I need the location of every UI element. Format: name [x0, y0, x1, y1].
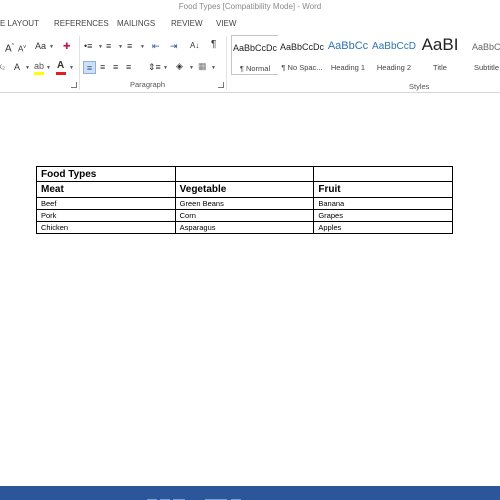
status-bar: [0, 486, 500, 500]
table-cell[interactable]: Corn: [174, 209, 315, 222]
highlight-dropdown-icon[interactable]: ▼: [46, 62, 51, 74]
change-case-button[interactable]: Aa: [35, 40, 46, 52]
grow-font-icon: A: [5, 43, 12, 55]
grow-font-button[interactable]: A^: [5, 40, 14, 55]
bullets-icon[interactable]: •≡: [84, 40, 92, 52]
table-header-cell[interactable]: Meat: [36, 181, 176, 198]
text-effects-icon: A: [14, 62, 21, 72]
word-window: { "window": { "title": "Food Types [Comp…: [0, 0, 500, 500]
sort-icon[interactable]: A↓: [190, 40, 199, 52]
borders-icon[interactable]: ▦: [198, 60, 207, 72]
clear-formatting-icon: ✚: [63, 41, 71, 51]
multilevel-dropdown-icon[interactable]: ▼: [140, 41, 145, 53]
table-header-row: Meat Vegetable Fruit: [36, 181, 453, 198]
shrink-font-button[interactable]: Av: [18, 41, 26, 56]
ribbon-tabs: E LAYOUT REFERENCES MAILINGS REVIEW VIEW: [0, 15, 500, 33]
style-heading-1[interactable]: AaBbCc Heading 1: [324, 35, 372, 75]
table-caption-cell[interactable]: Food Types: [36, 166, 176, 182]
table-row: Beef Green Beans Banana: [36, 197, 453, 210]
style-name: Heading 1: [330, 63, 366, 72]
tab-references[interactable]: REFERENCES: [54, 19, 109, 28]
table-cell-empty[interactable]: [313, 166, 453, 182]
multilevel-list-icon[interactable]: ≡: [127, 40, 132, 52]
shading-icon[interactable]: ◈: [176, 60, 183, 72]
style-heading-2[interactable]: AaBbCcD Heading 2: [370, 35, 418, 75]
window-title: Food Types [Compatibility Mode] - Word: [178, 2, 322, 11]
ribbon: | A^ Av Aa ▼ ✚ x₂ A ▼ ab ▼ A ▼ •≡ ▼ ≡ ▼ …: [0, 33, 500, 93]
text-effects-button[interactable]: A: [14, 61, 20, 73]
style-sample: AaBbCcC: [472, 42, 500, 52]
table-cell[interactable]: Pork: [36, 209, 176, 222]
decrease-indent-icon[interactable]: ⇤: [152, 40, 160, 52]
pilcrow-icon: ¶: [211, 39, 217, 50]
line-spacing-icon[interactable]: ⇕≡: [148, 61, 161, 73]
align-right-icon[interactable]: ≡: [113, 61, 118, 73]
show-marks-button[interactable]: ¶: [211, 39, 216, 51]
style-name: ¶ No Spac...: [281, 63, 323, 72]
table-cell[interactable]: Chicken: [36, 221, 176, 234]
table-cell[interactable]: Apples: [313, 221, 453, 234]
style-name: Title: [433, 63, 447, 72]
align-left-icon[interactable]: ≡: [83, 61, 96, 74]
table-cell-empty[interactable]: [174, 166, 315, 182]
style-name: Heading 2: [376, 63, 412, 72]
style-name: Subtitle: [474, 63, 500, 72]
font-color-swatch: [56, 72, 66, 75]
borders-dropdown-icon[interactable]: ▼: [211, 62, 216, 74]
style-normal[interactable]: AaBbCcDc ¶ Normal: [231, 35, 279, 75]
group-divider: [226, 36, 227, 90]
shading-dropdown-icon[interactable]: ▼: [189, 62, 194, 74]
tab-mailings[interactable]: MAILINGS: [117, 19, 155, 28]
style-title[interactable]: AaBI Title: [416, 35, 464, 75]
title-bar: Food Types [Compatibility Mode] - Word: [0, 0, 500, 15]
style-sample: AaBI: [421, 35, 459, 54]
highlight-icon[interactable]: ab: [34, 60, 44, 72]
change-case-icon: Aa: [35, 41, 47, 51]
paragraph-dialog-launcher-icon[interactable]: [218, 82, 224, 88]
numbering-dropdown-icon[interactable]: ▼: [118, 41, 123, 53]
increase-indent-icon[interactable]: ⇥: [170, 40, 178, 52]
tab-review[interactable]: REVIEW: [171, 19, 203, 28]
font-color-icon[interactable]: A: [57, 60, 64, 72]
bullets-dropdown-icon[interactable]: ▼: [98, 41, 103, 53]
text-effects-dropdown-icon[interactable]: ▼: [25, 62, 30, 74]
numbering-icon[interactable]: ≡: [106, 40, 111, 52]
style-subtitle[interactable]: AaBbCcC Subtitle: [468, 35, 500, 75]
table-cell[interactable]: Banana: [313, 197, 453, 210]
subscript-icon[interactable]: x₂: [0, 61, 5, 73]
highlight-color-swatch: [34, 72, 44, 75]
group-divider: [79, 36, 80, 90]
tab-view[interactable]: VIEW: [216, 19, 236, 28]
table-cell[interactable]: Asparagus: [174, 221, 315, 234]
table-cell[interactable]: Grapes: [313, 209, 453, 222]
styles-group-label: Styles: [409, 82, 430, 91]
table-caption-row: Food Types: [36, 166, 453, 182]
style-sample: AaBbCcD: [372, 41, 416, 52]
table-header-cell[interactable]: Vegetable: [174, 181, 315, 198]
change-case-dropdown-icon[interactable]: ▼: [49, 41, 54, 53]
clear-formatting-button[interactable]: ✚: [63, 40, 71, 52]
font-color-dropdown-icon[interactable]: ▼: [69, 62, 74, 74]
tab-page-layout[interactable]: E LAYOUT: [0, 19, 39, 28]
paragraph-group-label: Paragraph: [130, 80, 166, 89]
style-sample: AaBbCcDc: [232, 43, 277, 53]
style-name: ¶ Normal: [239, 64, 271, 73]
document-page[interactable]: Food Types Meat Vegetable Fruit Beef Gre…: [0, 94, 500, 486]
table-cell[interactable]: Beef: [36, 197, 176, 210]
line-spacing-dropdown-icon[interactable]: ▼: [163, 62, 168, 74]
table-cell[interactable]: Green Beans: [174, 197, 315, 210]
style-no-spacing[interactable]: AaBbCcDc ¶ No Spac...: [278, 35, 326, 75]
table-header-cell[interactable]: Fruit: [313, 181, 453, 198]
font-dialog-launcher-icon[interactable]: [71, 82, 77, 88]
style-sample: AaBbCcDc: [279, 42, 324, 52]
style-sample: AaBbCc: [327, 40, 369, 52]
justify-icon[interactable]: ≡: [126, 61, 131, 73]
table-row: Pork Corn Grapes: [36, 209, 453, 222]
align-center-icon[interactable]: ≡: [100, 61, 105, 73]
food-types-table[interactable]: Food Types Meat Vegetable Fruit Beef Gre…: [36, 166, 453, 234]
table-row: Chicken Asparagus Apples: [36, 221, 453, 234]
